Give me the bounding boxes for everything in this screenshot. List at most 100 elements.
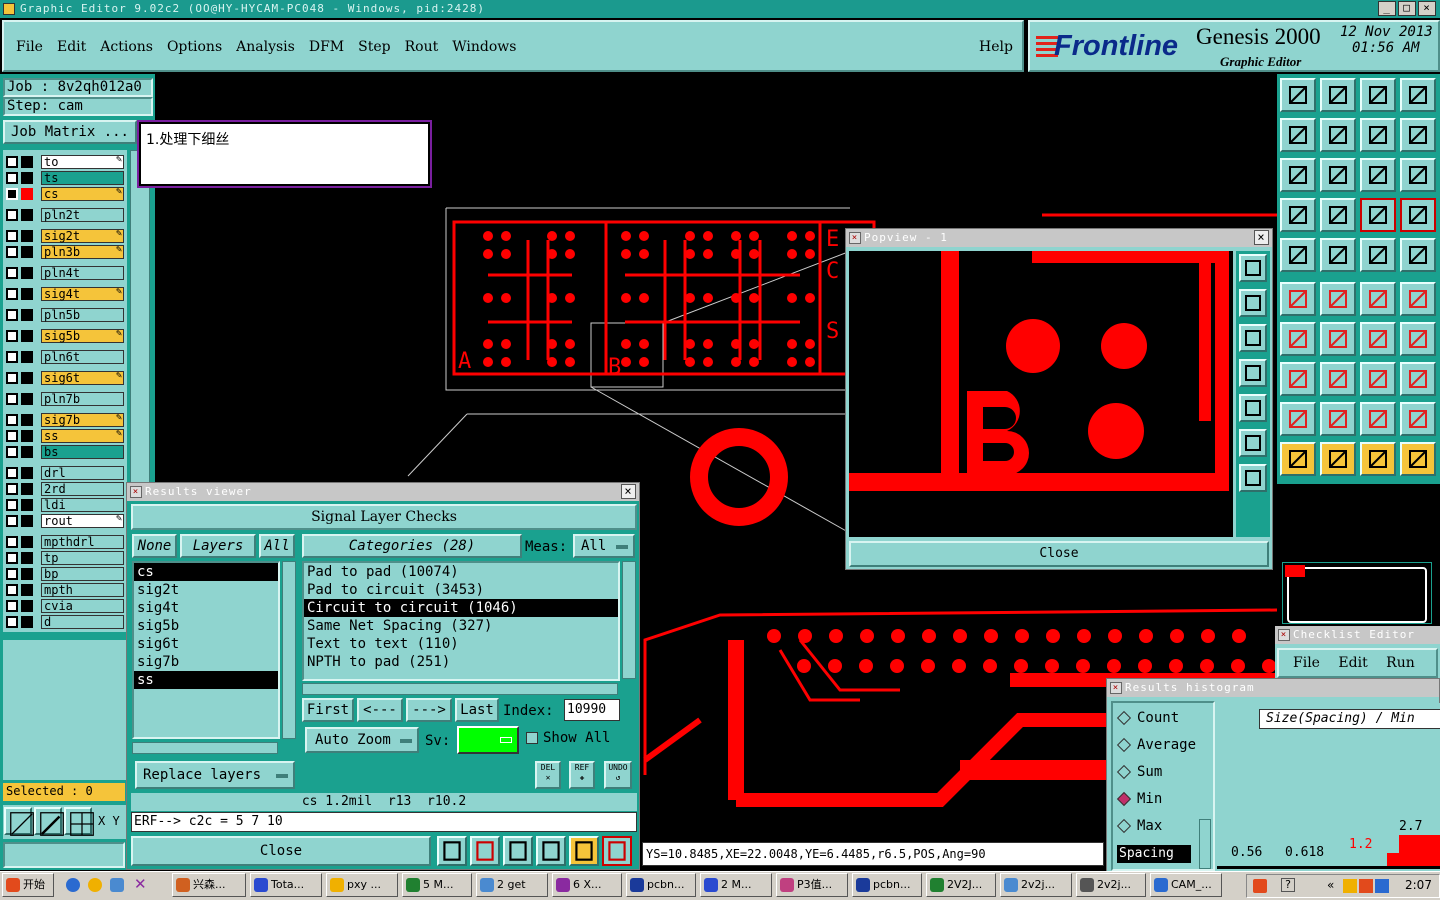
snap-center-icon[interactable] <box>1400 198 1436 232</box>
menu-options[interactable]: Options <box>167 39 222 70</box>
pointer-net-icon[interactable] <box>1400 442 1436 476</box>
layer-checkbox[interactable] <box>6 551 18 564</box>
select-pad-icon[interactable] <box>1280 362 1316 396</box>
layer-row-ss[interactable]: ss ✎ <box>6 428 124 443</box>
checklist-menu-edit[interactable]: Edit <box>1338 655 1367 671</box>
undo-button[interactable]: UNDO ↺ <box>604 761 632 789</box>
histogram-tool-icon[interactable] <box>602 836 632 866</box>
layer-row-cs[interactable]: cs ✎ <box>6 186 124 201</box>
sv-color-select[interactable] <box>457 726 519 754</box>
last-button[interactable]: Last <box>455 698 499 722</box>
layer-name[interactable]: mpth <box>41 582 124 597</box>
slash-icon[interactable] <box>1320 322 1356 356</box>
clear-tool-icon[interactable] <box>503 836 533 866</box>
layer-row-pln3b[interactable]: pln3b ✎ <box>6 244 124 259</box>
taskbar-task[interactable]: pcbn... <box>852 873 922 897</box>
count-tool-icon[interactable] <box>536 836 566 866</box>
pop-center-icon[interactable] <box>1239 464 1267 492</box>
layer-name[interactable]: sig5b <box>41 328 124 343</box>
quicklaunch-app-icon[interactable] <box>88 878 102 892</box>
histogram-option-max[interactable]: Max <box>1116 817 1162 835</box>
quicklaunch-browser-icon[interactable] <box>110 878 124 892</box>
layer-row-ts[interactable]: ts <box>6 170 124 185</box>
layer-checkbox[interactable] <box>6 583 18 596</box>
checklist-menu-run[interactable]: Run <box>1386 655 1415 671</box>
del-button[interactable]: DEL ✕ <box>535 761 561 789</box>
layer-affected-box[interactable] <box>21 551 33 564</box>
layer-name[interactable]: pln2t <box>41 207 124 222</box>
layer-checkbox[interactable] <box>6 413 18 426</box>
layer-affected-box[interactable] <box>21 498 33 511</box>
select-line-icon[interactable] <box>1320 362 1356 396</box>
first-button[interactable]: First <box>302 698 354 722</box>
grid-tool[interactable] <box>64 807 94 836</box>
start-button[interactable]: 开始 <box>2 873 54 897</box>
layer-name[interactable]: pln3b <box>41 244 124 259</box>
menu-actions[interactable]: Actions <box>100 39 153 70</box>
mirror-icon[interactable] <box>1400 118 1436 152</box>
layer-row-bp[interactable]: bp <box>6 566 124 581</box>
layer-name[interactable]: cvia <box>41 598 124 613</box>
taskbar-task[interactable]: P3值... <box>776 873 848 897</box>
category-item[interactable]: Same Net Spacing (327) <box>304 617 618 635</box>
layer-name[interactable]: sig6t <box>41 370 124 385</box>
layer-affected-box[interactable] <box>21 371 33 384</box>
select-group-icon[interactable] <box>1400 362 1436 396</box>
layer-row-sig7b[interactable]: sig7b ✎ <box>6 412 124 427</box>
layer-checkbox[interactable] <box>6 171 18 184</box>
layer-name[interactable]: bp <box>41 566 124 581</box>
layer-affected-box[interactable] <box>21 208 33 221</box>
layer-checkbox[interactable] <box>6 514 18 527</box>
taskbar-task[interactable]: 5 M... <box>402 873 472 897</box>
layer-row-2rd[interactable]: 2rd <box>6 481 124 496</box>
auto-zoom-dropdown[interactable]: Auto Zoom <box>305 727 419 753</box>
mini-map[interactable] <box>1282 562 1432 624</box>
ref-button[interactable]: REF ✚ <box>569 761 595 789</box>
layer-affected-box[interactable] <box>21 266 33 279</box>
layer-affected-box[interactable] <box>21 535 33 548</box>
taskbar-task[interactable]: 2 get <box>476 873 548 897</box>
layer-affected-box[interactable] <box>21 187 33 200</box>
histogram-option-sum[interactable]: Sum <box>1116 763 1162 781</box>
layer-name[interactable]: cs <box>41 186 124 201</box>
categories-button[interactable]: Categories (28) <box>302 534 522 558</box>
zoom-home-icon[interactable] <box>1280 78 1316 112</box>
info-tool-icon[interactable] <box>437 836 467 866</box>
all-layers-button[interactable]: All <box>259 534 295 558</box>
layer-affected-box[interactable] <box>21 155 33 168</box>
pop-up-icon[interactable] <box>1239 289 1267 317</box>
triangle-c-icon[interactable] <box>1360 402 1396 436</box>
layer-checkbox[interactable] <box>6 371 18 384</box>
menu-edit[interactable]: Edit <box>57 39 86 70</box>
none-button[interactable]: None <box>132 534 177 558</box>
layer-name[interactable]: tp <box>41 550 124 565</box>
zoom-area-tool[interactable] <box>4 807 34 836</box>
menu-file[interactable]: File <box>16 39 43 70</box>
menu-step[interactable]: Step <box>358 39 390 70</box>
layer-affected-box[interactable] <box>21 329 33 342</box>
layer-affected-box[interactable] <box>21 429 33 442</box>
pointer-arrow-icon[interactable] <box>1360 442 1396 476</box>
layer-name[interactable]: d <box>41 614 124 629</box>
layer-affected-box[interactable] <box>21 583 33 596</box>
histogram-option-min[interactable]: Min <box>1116 790 1162 808</box>
help-icon[interactable] <box>1400 158 1436 192</box>
previous-button[interactable]: <--- <box>357 698 403 722</box>
layer-result-item[interactable]: sig4t <box>134 599 278 617</box>
pop-fit-icon[interactable] <box>1239 429 1267 457</box>
quicklaunch-ie-icon[interactable] <box>66 878 80 892</box>
add-dot-icon[interactable] <box>1400 238 1436 272</box>
results-viewer-close-icon[interactable]: × <box>621 484 636 499</box>
taskbar-task[interactable]: Tota... <box>250 873 322 897</box>
layer-row-cvia[interactable]: cvia <box>6 598 124 613</box>
layer-row-ldi[interactable]: ldi <box>6 497 124 512</box>
help-icon[interactable]: ? <box>1281 878 1295 892</box>
taskbar-task[interactable]: 兴森... <box>172 873 246 897</box>
layer-row-pln6t[interactable]: pln6t <box>6 349 124 364</box>
pan-right-icon[interactable] <box>1320 118 1356 152</box>
layer-result-item[interactable]: ss <box>134 671 278 689</box>
popview-close-icon[interactable]: × <box>1254 230 1269 245</box>
tray-expand[interactable]: « <box>1327 878 1334 892</box>
pointer-icon[interactable] <box>1280 442 1316 476</box>
menu-rout[interactable]: Rout <box>405 39 439 70</box>
